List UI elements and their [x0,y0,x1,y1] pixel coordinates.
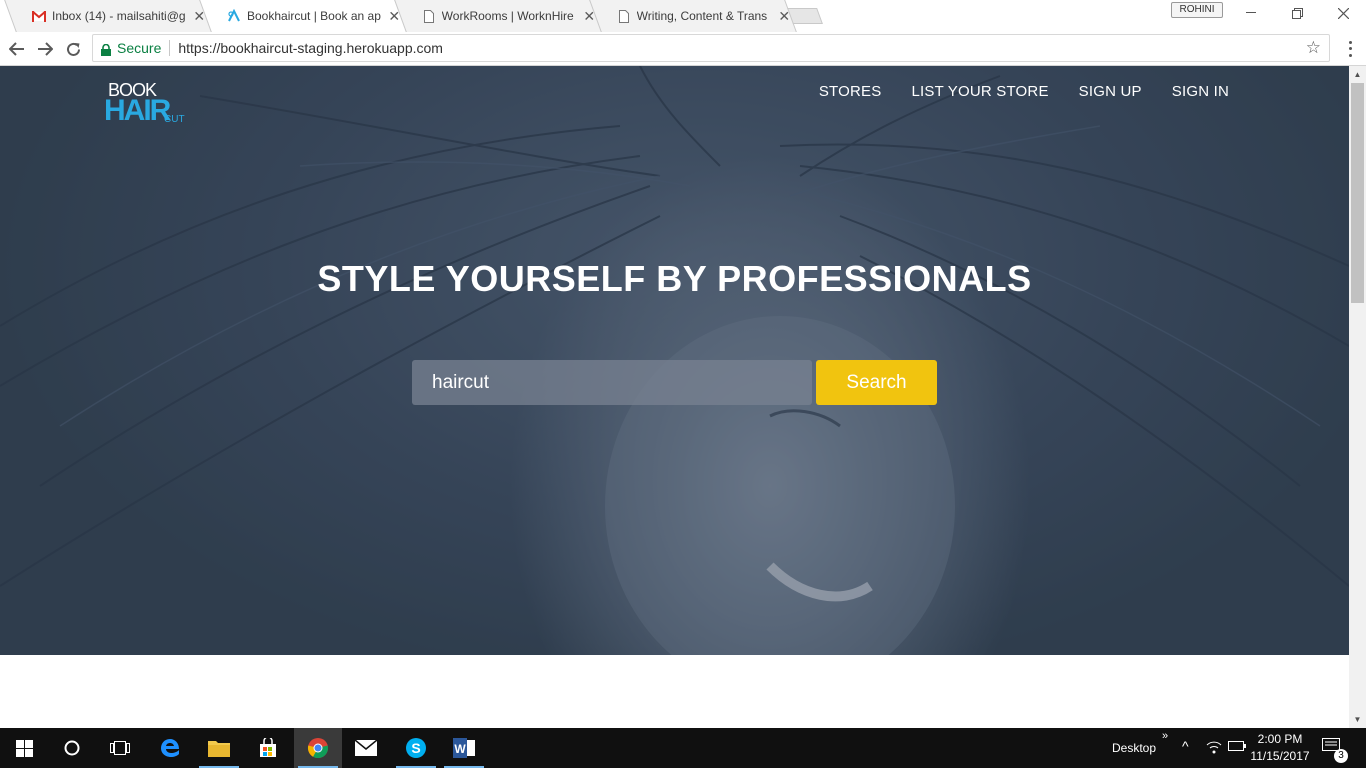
divider [169,40,171,56]
forward-icon[interactable] [34,38,56,60]
notification-badge: 3 [1334,749,1348,763]
logo-hair: HAIR [104,94,171,127]
tab-workrooms[interactable]: WorkRooms | WorknHire ✕ [394,0,602,32]
windows-taskbar: S W Desktop » ^ 2:00 PM 11/15/2017 [0,728,1366,768]
word-icon[interactable]: W [440,728,488,768]
svg-text:S: S [411,740,420,756]
close-tab-icon[interactable]: ✕ [192,8,206,25]
address-bar[interactable]: Secure https://bookhaircut-staging.herok… [92,34,1330,62]
url-text[interactable]: https://bookhaircut-staging.herokuapp.co… [178,40,443,56]
page-viewport: BOOK HAIR CUT STORES LIST YOUR STORE SIG… [0,66,1349,728]
clock-date: 11/15/2017 [1250,749,1310,763]
clock-time: 2:00 PM [1257,732,1303,746]
scroll-thumb[interactable] [1351,83,1364,303]
edge-icon[interactable] [146,728,194,768]
tab-gmail[interactable]: Inbox (14) - mailsahiti@g ✕ [4,0,212,32]
gmail-icon [32,9,46,23]
wifi-icon[interactable] [1206,740,1222,757]
restore-icon[interactable] [1274,0,1320,26]
cortana-icon[interactable] [48,728,96,768]
mail-icon[interactable] [342,728,390,768]
tab-title: Writing, Content & Trans [636,9,768,23]
toolbar-expand-icon[interactable]: » [1162,730,1168,742]
chrome-icon[interactable] [294,728,342,768]
main-nav: STORES LIST YOUR STORE SIGN UP SIGN IN [819,83,1229,100]
logo-cut: CUT [164,114,185,125]
new-tab-button[interactable] [787,8,823,24]
close-tab-icon[interactable]: ✕ [777,8,791,25]
nav-list-your-store[interactable]: LIST YOUR STORE [911,83,1048,100]
skype-icon[interactable]: S [392,728,440,768]
back-icon[interactable] [6,38,28,60]
bookhaircut-icon [227,9,241,23]
tab-title: Inbox (14) - mailsahiti@g [52,9,186,23]
nav-sign-up[interactable]: SIGN UP [1079,83,1142,100]
tab-title: Bookhaircut | Book an ap [247,9,381,23]
lock-icon [101,43,111,56]
bookmark-star-icon[interactable]: ☆ [1306,38,1321,58]
chevron-up-icon[interactable]: ^ [1182,738,1189,754]
search-input[interactable] [412,360,812,405]
scroll-down-icon[interactable]: ▼ [1349,711,1366,728]
browser-toolbar: Secure https://bookhaircut-staging.herok… [0,32,1366,66]
windows-start-icon[interactable] [0,728,48,768]
search-button[interactable]: Search [816,360,937,405]
file-explorer-icon[interactable] [195,728,243,768]
svg-text:W: W [454,742,466,756]
profile-button[interactable]: ROHINI [1171,2,1223,18]
page-icon [422,9,436,23]
search-form: Search [412,360,937,405]
close-tab-icon[interactable]: ✕ [582,8,596,25]
tab-bookhaircut[interactable]: Bookhaircut | Book an ap ✕ [199,0,407,32]
secure-label: Secure [117,40,162,56]
tab-writing[interactable]: Writing, Content & Trans ✕ [589,0,797,32]
nav-sign-in[interactable]: SIGN IN [1172,83,1229,100]
desktop-toolbar-label[interactable]: Desktop [1112,741,1156,755]
site-logo[interactable]: BOOK HAIR CUT [104,80,186,128]
close-tab-icon[interactable]: ✕ [387,8,401,25]
hero-headline: STYLE YOURSELF BY PROFESSIONALS [317,258,1032,299]
battery-icon[interactable] [1228,740,1246,755]
system-clock[interactable]: 2:00 PM 11/15/2017 [1246,731,1314,765]
page-icon [617,9,631,23]
tab-title: WorkRooms | WorknHire [441,9,574,23]
scroll-up-icon[interactable]: ▲ [1349,66,1366,83]
hero-section: BOOK HAIR CUT STORES LIST YOUR STORE SIG… [0,66,1349,655]
tab-strip: Inbox (14) - mailsahiti@g ✕ Bookhaircut … [0,0,1366,32]
reload-icon[interactable] [62,38,84,60]
task-view-icon[interactable] [96,728,144,768]
store-icon[interactable] [244,728,292,768]
nav-stores[interactable]: STORES [819,83,882,100]
close-window-icon[interactable] [1320,0,1366,26]
browser-menu-icon[interactable] [1340,39,1360,59]
scrollbar[interactable]: ▲ ▼ [1349,66,1366,728]
minimize-icon[interactable] [1228,0,1274,26]
